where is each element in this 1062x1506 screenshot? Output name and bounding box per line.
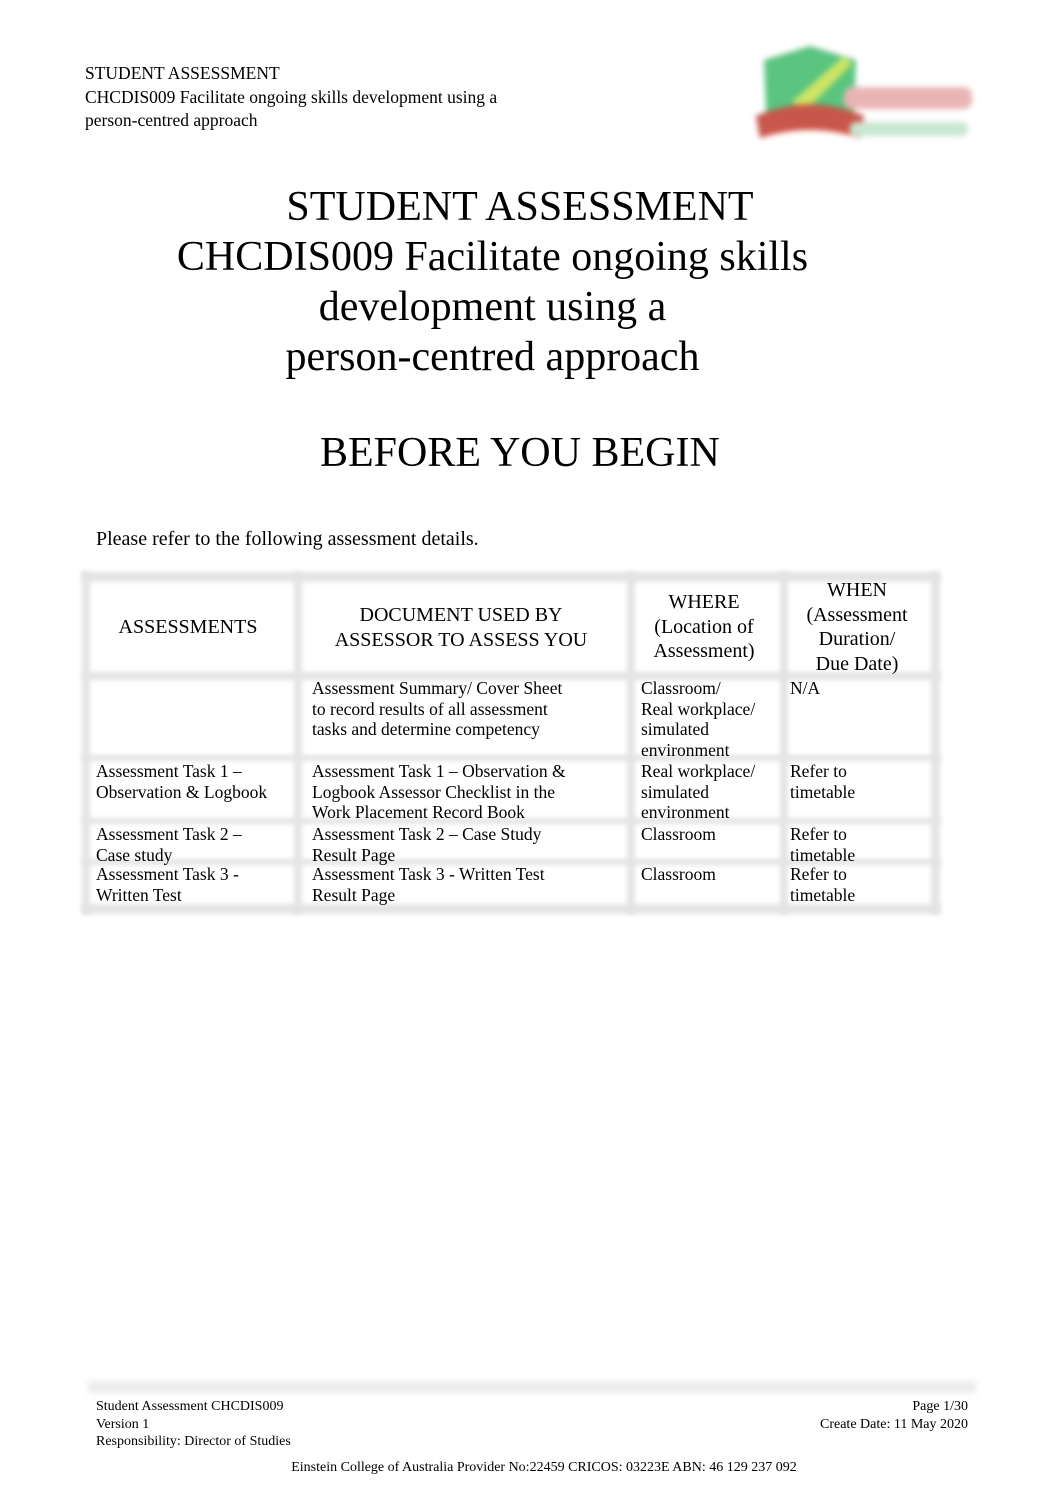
table-header-document: DOCUMENT USED BY ASSESSOR TO ASSESS YOU: [306, 603, 616, 652]
cell-line: Result Page: [312, 844, 396, 865]
table-row-4-assessment: Assessment Task 3 - Written Test: [96, 864, 296, 905]
cell-line: simulated: [641, 719, 710, 739]
cell-line: environment: [641, 802, 730, 822]
header-line: ASSESSOR TO ASSESS YOU: [334, 628, 588, 651]
cell-line: Classroom: [641, 824, 716, 844]
header-line: Duration/: [818, 628, 896, 650]
header-line: WHEN: [827, 579, 887, 601]
cell-line: Classroom: [641, 864, 716, 884]
college-crest-logo-icon: [752, 42, 977, 152]
table-border-left: [82, 572, 90, 914]
header-line: Due Date): [815, 652, 899, 675]
table-row-3-when: Refer to timetable: [790, 824, 930, 865]
table-border-bottom: [82, 904, 940, 914]
cell-line: Assessment Task 1 –: [96, 761, 242, 781]
cell-line: timetable: [790, 781, 856, 802]
header-line: (Location of: [654, 615, 754, 638]
table-row-4-document: Assessment Task 3 - Written Test Result …: [312, 864, 622, 905]
title-line-1: STUDENT ASSESSMENT: [286, 184, 754, 230]
table-header-assessments: ASSESSMENTS: [96, 615, 280, 640]
cell-line: Assessment Task 3 - Written Test: [312, 864, 545, 884]
table-row-2-when: Refer to timetable: [790, 761, 930, 802]
running-header-line-1: STUDENT ASSESSMENT: [85, 63, 280, 83]
footer-version: Version 1: [96, 1416, 150, 1432]
footer-create-date: Create Date: 11 May 2020: [820, 1416, 968, 1432]
table-row-1-where: Classroom/ Real workplace/ simulated env…: [641, 678, 781, 760]
header-line: Assessment): [653, 640, 755, 662]
cell-line: Assessment Summary/ Cover Sheet: [312, 678, 563, 698]
cell-line: simulated: [641, 781, 710, 802]
cell-line: tasks and determine competency: [312, 719, 540, 739]
cell-line: timetable: [790, 884, 856, 905]
cell-line: Real workplace/: [641, 698, 756, 719]
cell-line: Refer to: [790, 824, 847, 844]
assessment-table: ASSESSMENTS DOCUMENT USED BY ASSESSOR TO…: [82, 572, 940, 914]
table-row-4-where: Classroom: [641, 864, 781, 885]
table-row-1-when: N/A: [790, 678, 930, 699]
cell-line: Result Page: [312, 884, 396, 905]
table-row-1-document: Assessment Summary/ Cover Sheet to recor…: [312, 678, 622, 740]
footer-page-number: Page 1/30: [912, 1399, 968, 1414]
cell-line: to record results of all assessment: [312, 698, 548, 719]
cell-line: Written Test: [96, 884, 182, 905]
table-border-right: [931, 572, 940, 914]
section-heading: BEFORE YOU BEGIN: [320, 430, 720, 476]
cell-line: Assessment Task 2 – Case Study: [312, 824, 542, 844]
running-header-line-2: CHCDIS009 Facilitate ongoing skills deve…: [85, 86, 498, 107]
footer-left: Student Assessment CHCDIS009 Version 1 R…: [96, 1398, 291, 1451]
table-row-3-where: Classroom: [641, 824, 781, 845]
table-row-4-when: Refer to timetable: [790, 864, 930, 905]
cell-line: Work Placement Record Book: [312, 802, 525, 822]
header-line: (Assessment: [806, 603, 908, 626]
cell-line: environment: [641, 739, 730, 760]
cell-line: Observation & Logbook: [96, 781, 268, 802]
cell-line: Refer to: [790, 761, 847, 781]
table-header-when: WHEN (Assessment Duration/ Due Date): [786, 578, 928, 676]
cell-line: Real workplace/: [641, 761, 756, 781]
footer-provider-info: Einstein College of Australia Provider N…: [291, 1460, 797, 1475]
table-row-3-document: Assessment Task 2 – Case Study Result Pa…: [312, 824, 622, 865]
cell-line: Assessment Task 1 – Observation &: [312, 761, 566, 781]
footer-document-name: Student Assessment CHCDIS009: [96, 1399, 284, 1414]
document-title: STUDENT ASSESSMENT CHCDIS009 Facilitate …: [170, 182, 815, 382]
cell-line: N/A: [790, 678, 821, 698]
cell-line: timetable: [790, 844, 856, 865]
title-line-3: development using a: [318, 284, 667, 330]
table-row-3-assessment: Assessment Task 2 – Case study: [96, 824, 296, 865]
cell-line: Classroom/: [641, 678, 721, 698]
footer-right: Page 1/30 Create Date: 11 May 2020: [700, 1398, 968, 1433]
cell-line: Assessment Task 3 -: [96, 864, 239, 884]
title-line-4: person-centred approach: [285, 334, 700, 380]
title-line-2: CHCDIS009 Facilitate ongoing skills: [176, 234, 809, 280]
table-row-2-where: Real workplace/ simulated environment: [641, 761, 781, 823]
running-header: STUDENT ASSESSMENT CHCDIS009 Facilitate …: [85, 62, 585, 133]
cell-line: Assessment Task 2 –: [96, 824, 242, 844]
header-line: ASSESSMENTS: [118, 616, 258, 638]
cell-line: Case study: [96, 844, 173, 865]
footer-responsibility: Responsibility: Director of Studies: [96, 1434, 291, 1449]
cell-line: Logbook Assessor Checklist in the: [312, 781, 556, 802]
header-line: WHERE: [668, 591, 740, 613]
footer-divider: [88, 1381, 976, 1393]
intro-text: Please refer to the following assessment…: [96, 528, 479, 550]
table-row-2-document: Assessment Task 1 – Observation & Logboo…: [312, 761, 622, 823]
table-row-2-assessment: Assessment Task 1 – Observation & Logboo…: [96, 761, 296, 802]
cell-line: Refer to: [790, 864, 847, 884]
header-line: DOCUMENT USED BY: [359, 604, 563, 626]
running-header-line-3: person-centred approach: [85, 110, 258, 130]
table-header-where: WHERE (Location of Assessment): [634, 590, 774, 664]
